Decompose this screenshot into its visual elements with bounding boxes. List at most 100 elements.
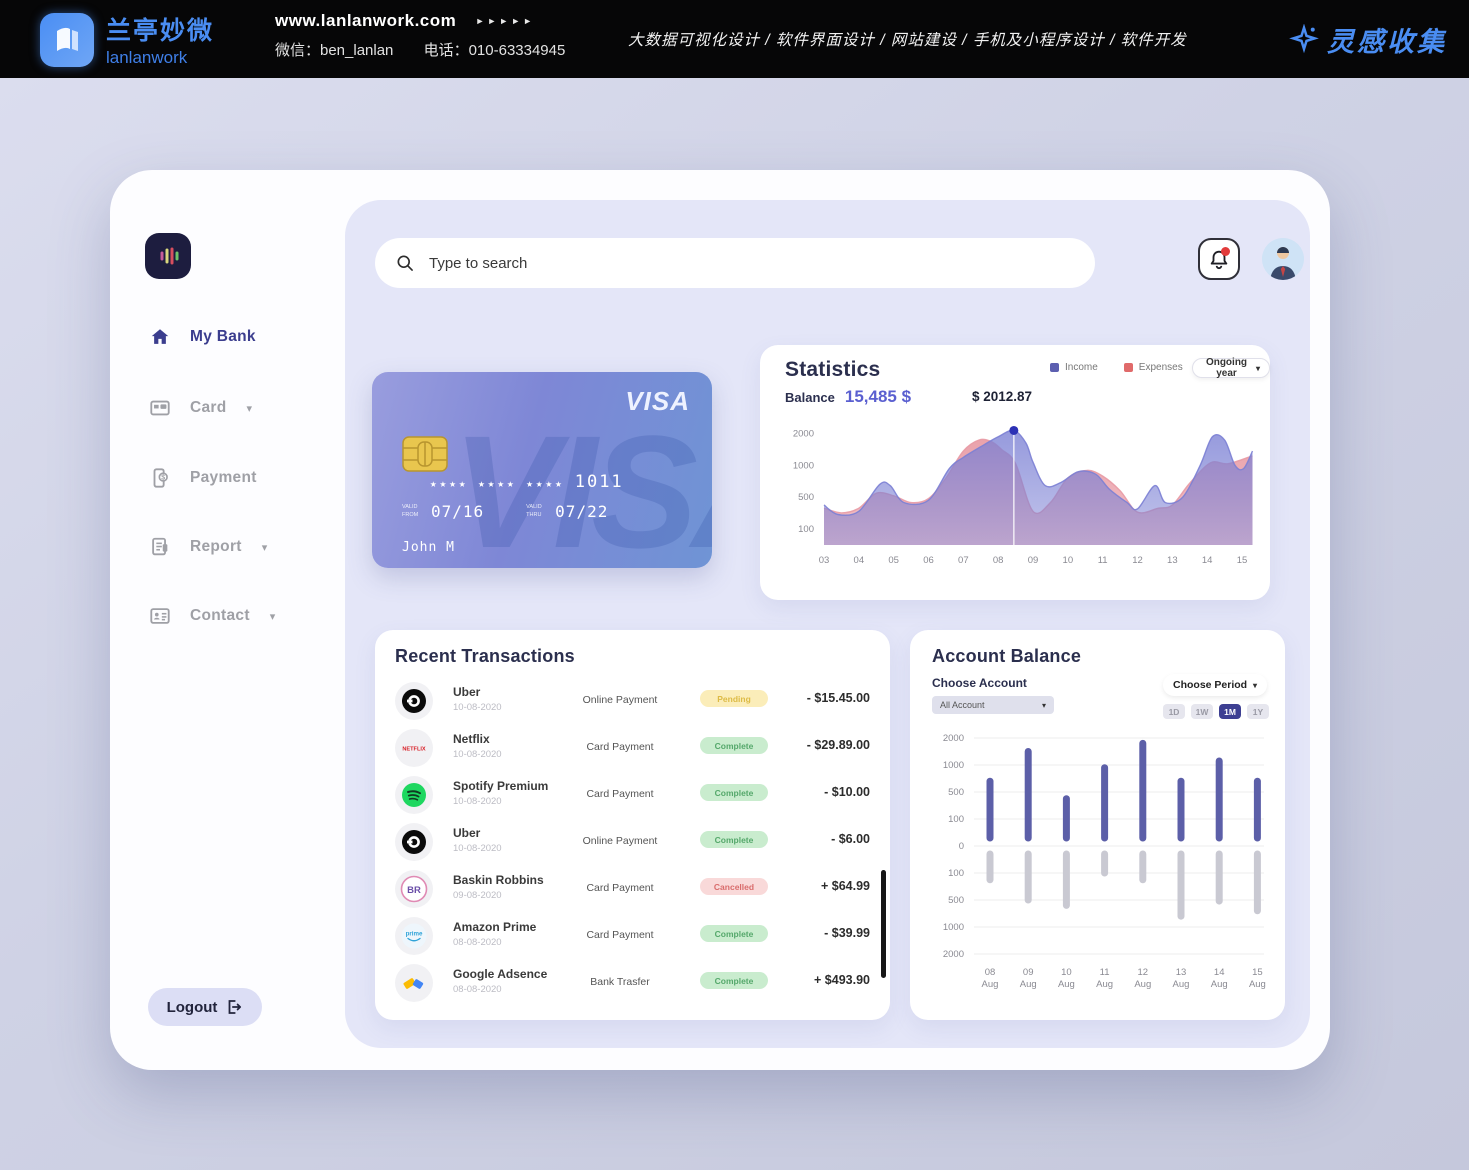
svg-text:Aug: Aug (1134, 979, 1151, 990)
transaction-date: 08-08-2020 (453, 984, 502, 995)
search-icon (395, 253, 415, 273)
chevron-down-icon: ▾ (262, 541, 268, 554)
card-holder: John M (402, 540, 455, 555)
svg-text:NETFLIX: NETFLIX (402, 747, 426, 753)
legend-item-income: Income (1050, 362, 1098, 373)
svg-text:Aug: Aug (1058, 979, 1075, 990)
sparkle-icon (1289, 24, 1319, 54)
phone-number: 电话：010-63334945 (424, 42, 566, 59)
sidebar-item-label: Report (190, 538, 242, 556)
app-logo[interactable] (145, 233, 191, 279)
transaction-amount: + $64.99 (775, 879, 870, 893)
chart-tooltip: $ 2012.87 (972, 389, 1032, 404)
svg-text:Aug: Aug (1173, 979, 1190, 990)
valid-from-value: 07/16 (431, 502, 484, 521)
transaction-amount: - $29.89.00 (775, 738, 870, 752)
sidebar-item-report[interactable]: Report ▾ (148, 532, 267, 562)
period-button-1w[interactable]: 1W (1191, 704, 1213, 719)
search-input[interactable] (427, 254, 1075, 273)
svg-text:03: 03 (819, 555, 830, 566)
svg-text:0: 0 (959, 841, 964, 852)
transaction-amount: - $39.99 (775, 926, 870, 940)
card-number-masked: ★★★★ ★★★★ ★★★★ (430, 477, 565, 490)
transaction-date: 08-08-2020 (453, 937, 502, 948)
logout-icon (225, 998, 243, 1016)
transaction-row[interactable]: Uber10-08-2020Online PaymentComplete- $6… (375, 819, 890, 866)
account-balance-title: Account Balance (932, 646, 1081, 667)
transaction-name: Spotify Premium (453, 779, 548, 793)
svg-text:500: 500 (798, 492, 814, 503)
sidebar-item-card[interactable]: Card ▾ (148, 393, 252, 423)
status-badge: Cancelled (700, 878, 768, 895)
payment-icon: $ (148, 467, 172, 489)
notification-button[interactable] (1198, 238, 1240, 280)
transaction-row[interactable]: primeAmazon Prime08-08-2020Card PaymentC… (375, 913, 890, 960)
chart-legend: IncomeExpenses (1050, 362, 1183, 373)
scrollbar[interactable] (881, 870, 886, 978)
card-number-last4: 1011 (575, 472, 624, 492)
transaction-date: 10-08-2020 (453, 796, 502, 807)
svg-text:2000: 2000 (943, 949, 964, 960)
uber-icon (395, 682, 433, 720)
transaction-row[interactable]: Google Adsence08-08-2020Bank TrasferComp… (375, 960, 890, 1007)
sidebar-item-label: Contact (190, 607, 250, 625)
svg-text:100: 100 (948, 814, 964, 825)
period-button-1d[interactable]: 1D (1163, 704, 1185, 719)
logout-button[interactable]: Logout (148, 988, 262, 1026)
transaction-row[interactable]: NETFLIXNetflix10-08-2020Card PaymentComp… (375, 725, 890, 772)
svg-text:14: 14 (1214, 967, 1225, 978)
wechat-id: 微信：ben_lanlan (275, 42, 393, 59)
logout-label: Logout (167, 999, 218, 1016)
transaction-name: Netflix (453, 732, 490, 746)
baskin-icon: BR (395, 870, 433, 908)
transaction-amount: - $15.45.00 (775, 691, 870, 705)
transaction-date: 10-08-2020 (453, 702, 502, 713)
card-number: ★★★★ ★★★★ ★★★★ 1011 (430, 472, 624, 492)
sidebar-item-my-bank[interactable]: My Bank (148, 322, 256, 352)
transaction-row[interactable]: Uber10-08-2020Online PaymentPending- $15… (375, 678, 890, 725)
transaction-method: Card Payment (560, 788, 680, 800)
sidebar-item-label: My Bank (190, 328, 256, 346)
status-badge: Pending (700, 690, 768, 707)
svg-text:12: 12 (1138, 967, 1149, 978)
user-avatar[interactable] (1262, 238, 1304, 280)
services-list: 大数据可视化设计 / 软件界面设计 / 网站建设 / 手机及小程序设计 / 软件… (628, 0, 1187, 78)
svg-text:15: 15 (1237, 555, 1248, 566)
transaction-name: Uber (453, 826, 480, 840)
svg-text:08: 08 (985, 967, 996, 978)
chevron-down-icon: ▾ (1256, 364, 1260, 373)
chevron-down-icon: ▾ (247, 402, 253, 415)
svg-text:11: 11 (1100, 967, 1110, 978)
svg-text:1000: 1000 (943, 760, 964, 771)
card-icon (148, 397, 172, 419)
transaction-row[interactable]: Spotify Premium10-08-2020Card PaymentCom… (375, 772, 890, 819)
sidebar-item-label: Payment (190, 469, 257, 487)
period-selector[interactable]: Ongoing year ▾ (1192, 358, 1270, 378)
svg-text:prime: prime (406, 931, 423, 938)
svg-text:2000: 2000 (793, 429, 814, 440)
visa-logo: VISA (625, 386, 690, 417)
period-button-1y[interactable]: 1Y (1247, 704, 1269, 719)
account-select[interactable]: All Account ▾ (932, 696, 1054, 714)
person-icon (1262, 238, 1304, 280)
statistics-card: Statistics Balance 15,485 $ IncomeExpens… (760, 345, 1270, 600)
period-button-1m[interactable]: 1M (1219, 704, 1241, 719)
transaction-row[interactable]: BRBaskin Robbins09-08-2020Card PaymentCa… (375, 866, 890, 913)
transaction-amount: + $493.90 (775, 973, 870, 987)
choose-period-dropdown[interactable]: Choose Period ▾ (1163, 674, 1267, 696)
svg-text:Aug: Aug (982, 979, 999, 990)
svg-text:100: 100 (798, 524, 814, 535)
search-bar[interactable] (375, 238, 1095, 288)
uber-icon (395, 823, 433, 861)
svg-text:09: 09 (1028, 555, 1039, 566)
svg-text:$: $ (161, 474, 165, 481)
transaction-method: Bank Trasfer (560, 976, 680, 988)
sidebar-item-label: Card (190, 399, 227, 417)
svg-text:Aug: Aug (1096, 979, 1113, 990)
period-button-group: 1D 1W 1M 1Y (1163, 704, 1269, 719)
netflix-icon: NETFLIX (395, 729, 433, 767)
account-balance-card: Account Balance Choose Account All Accou… (910, 630, 1285, 1020)
sidebar-item-contact[interactable]: Contact▾ (148, 601, 275, 631)
amazon-icon: prime (395, 917, 433, 955)
sidebar-item-payment[interactable]: $ Payment (148, 463, 257, 493)
